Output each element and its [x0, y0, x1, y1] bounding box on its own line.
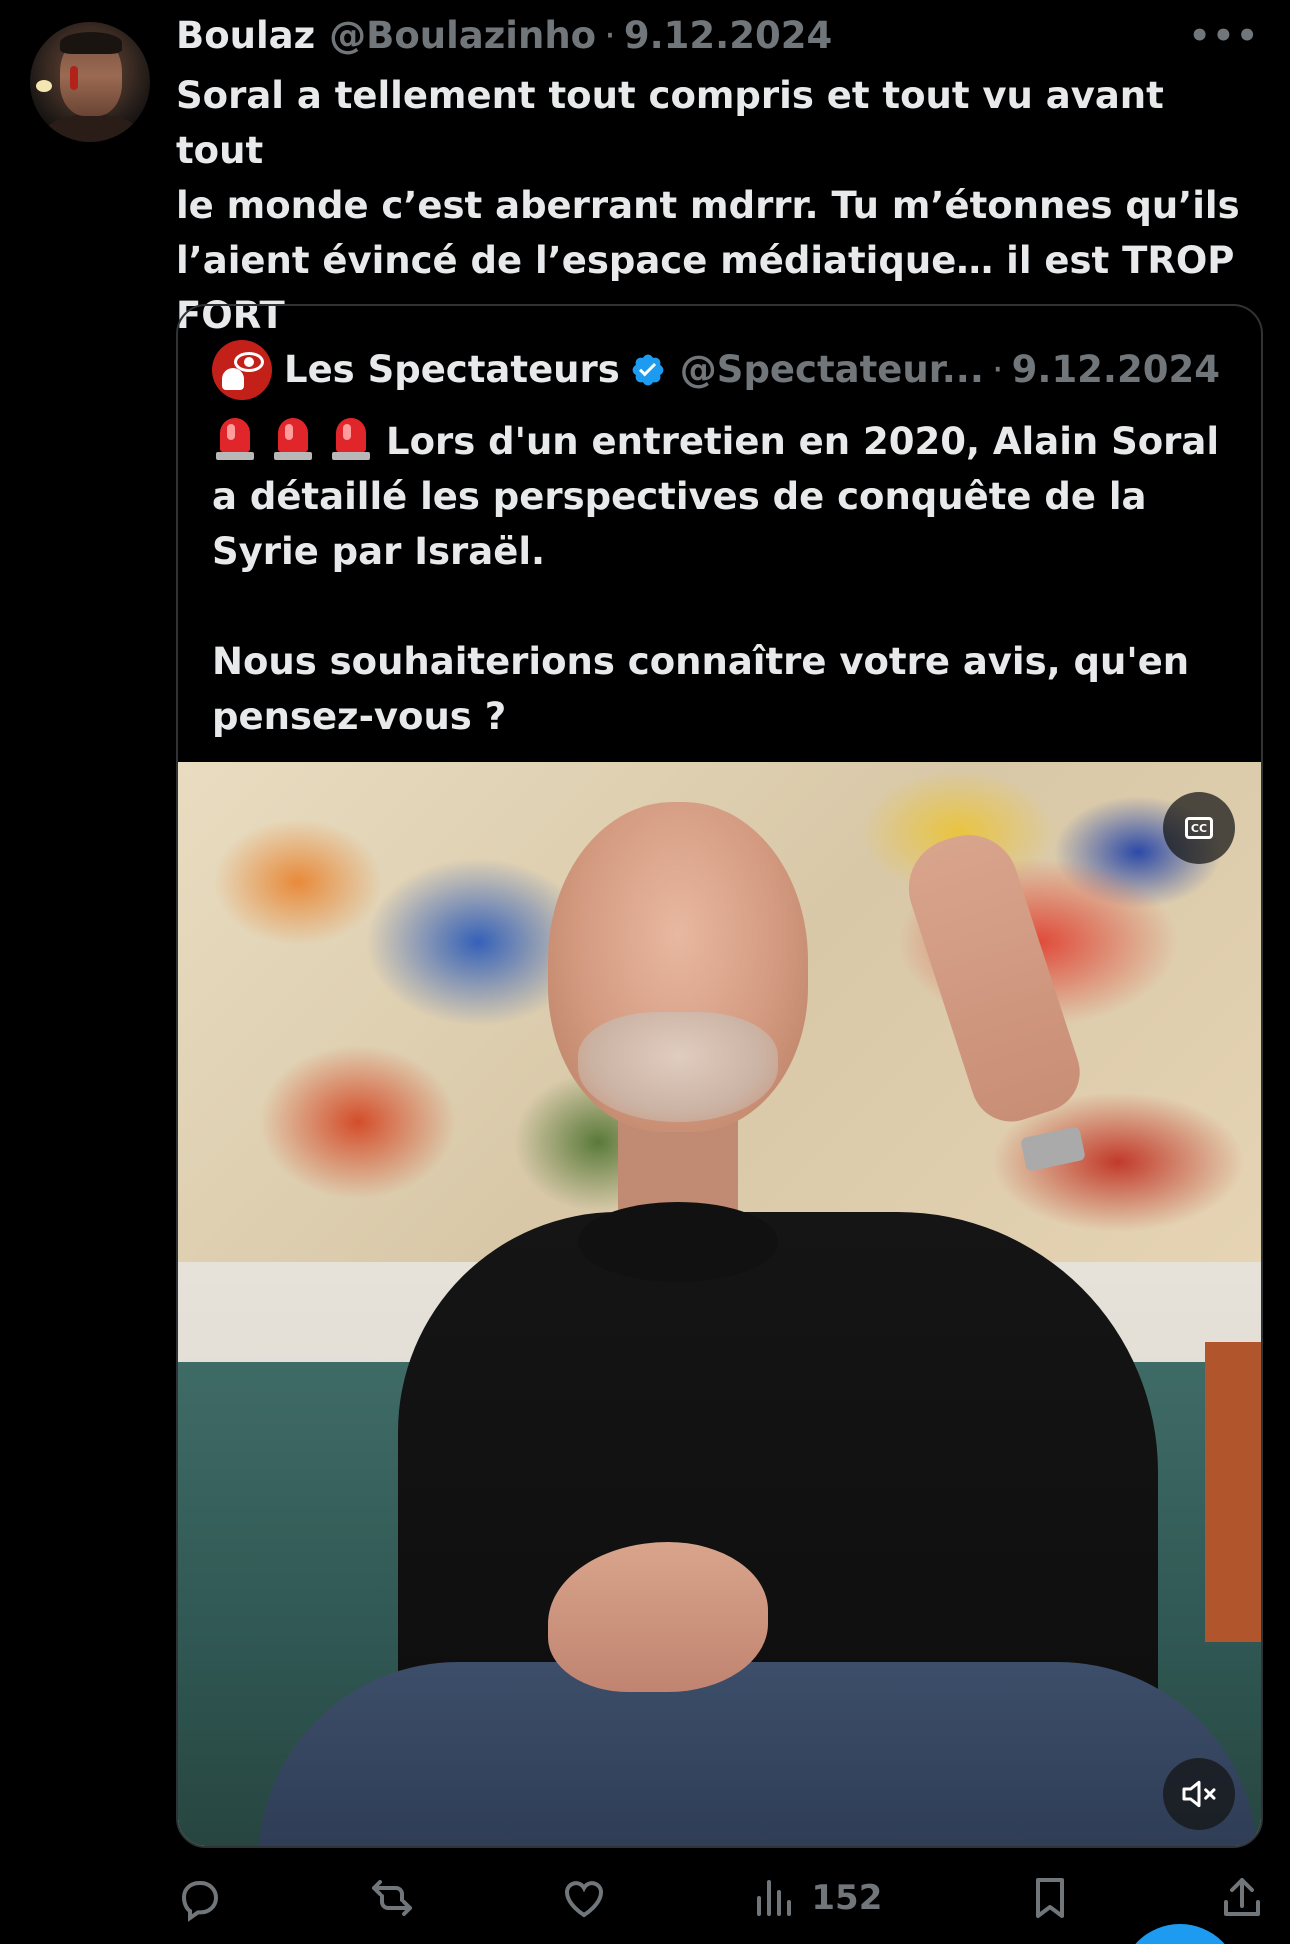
author-handle[interactable]: @Boulazinho — [329, 12, 596, 60]
separator-dot: · — [604, 14, 616, 57]
views-count: 152 — [811, 1878, 883, 1918]
post: Boulaz @Boulazinho · 9.12.2024 ••• Soral… — [0, 0, 1290, 1944]
views-button[interactable]: 152 — [751, 1874, 882, 1922]
siren-emoji-icon — [328, 414, 374, 462]
video-player[interactable]: CC — [178, 762, 1261, 1846]
verified-badge-icon — [632, 354, 664, 386]
quoted-text-rest: a détaillé les perspectives de conquête … — [212, 475, 1190, 738]
quoted-date[interactable]: 9.12.2024 — [1012, 345, 1220, 395]
reply-button[interactable] — [176, 1874, 224, 1922]
author-avatar[interactable] — [30, 22, 150, 142]
like-button[interactable] — [560, 1874, 608, 1922]
views-icon — [757, 1880, 792, 1916]
like-icon — [564, 1881, 603, 1918]
quoted-author-handle[interactable]: @Spectateur... — [680, 345, 984, 395]
post-header: Boulaz @Boulazinho · 9.12.2024 ••• — [176, 12, 1260, 60]
muted-speaker-icon — [1182, 1780, 1216, 1808]
quoted-avatar[interactable] — [212, 340, 272, 400]
share-button[interactable] — [1218, 1874, 1266, 1922]
quoted-text: Lors d'un entretien en 2020, Alain Soral… — [212, 414, 1232, 744]
post-date[interactable]: 9.12.2024 — [624, 12, 832, 60]
bookmark-icon — [1036, 1878, 1065, 1918]
post-text: Soral a tellement tout compris et tout v… — [176, 74, 1240, 337]
quoted-post[interactable]: Les Spectateurs @Spectateur... · 9.12.20… — [176, 304, 1263, 1848]
action-bar: 152 — [176, 1868, 1266, 1928]
quoted-author-name[interactable]: Les Spectateurs — [284, 345, 620, 395]
quoted-separator-dot: · — [991, 348, 1004, 391]
siren-emoji-icon — [212, 414, 258, 462]
reply-icon — [181, 1881, 219, 1922]
repost-icon — [371, 1880, 412, 1916]
quoted-header: Les Spectateurs @Spectateur... · 9.12.20… — [212, 340, 1231, 400]
more-options-icon[interactable]: ••• — [1189, 12, 1260, 60]
siren-emoji-icon — [270, 414, 316, 462]
repost-button[interactable] — [368, 1874, 416, 1922]
closed-captions-button[interactable]: CC — [1163, 792, 1235, 864]
unmute-button[interactable] — [1163, 1758, 1235, 1830]
share-icon — [1223, 1878, 1260, 1916]
author-name[interactable]: Boulaz — [176, 12, 315, 60]
bookmark-button[interactable] — [1026, 1874, 1074, 1922]
closed-captions-icon: CC — [1185, 817, 1213, 839]
quoted-text-line1: Lors d'un entretien en 2020, Alain Soral — [386, 420, 1220, 463]
